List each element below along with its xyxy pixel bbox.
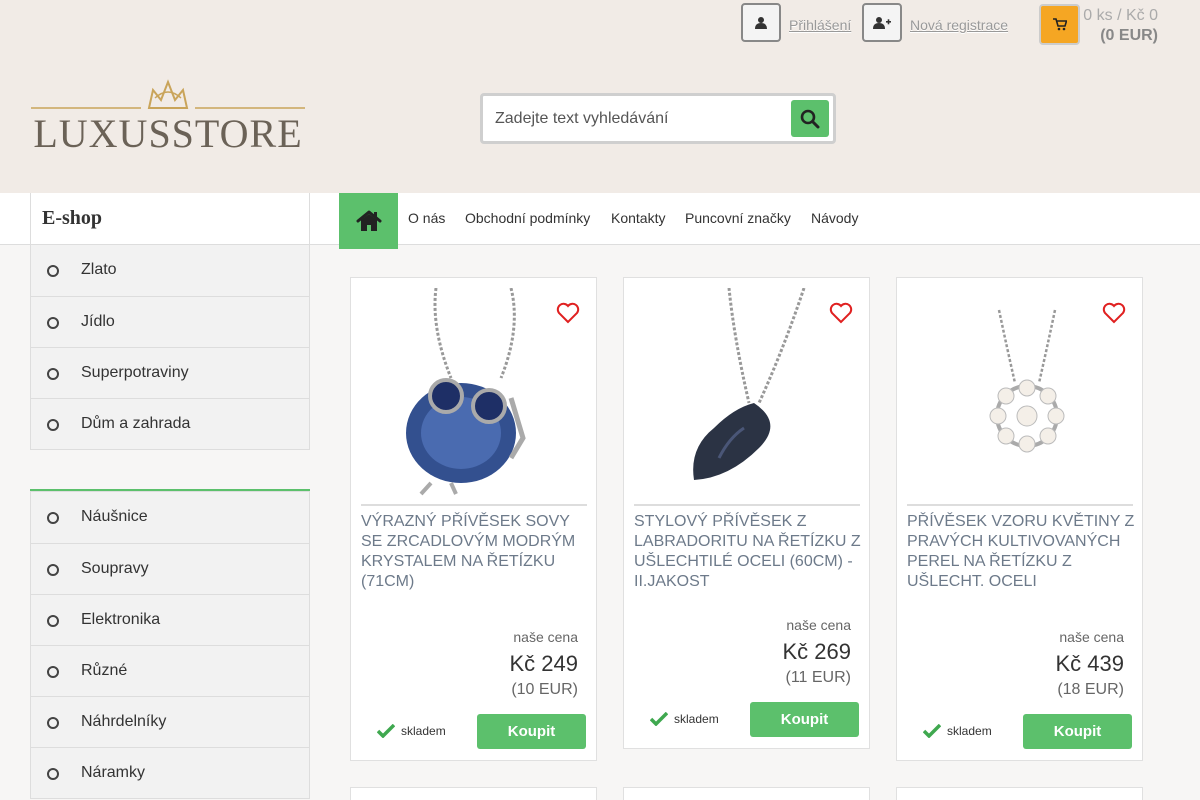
sidebar-item-label: Náušnice [81,508,148,525]
sidebar-item-nahrdelniky[interactable]: Náhrdelníky [31,696,309,747]
nav-item-contacts[interactable]: Kontakty [611,210,665,226]
sidebar-item-label: Náramky [81,764,146,781]
login-link[interactable]: Přihlášení [789,17,851,33]
home-icon [356,210,381,231]
buy-button[interactable]: Koupit [477,714,586,749]
bullet-icon [47,317,59,329]
bullet-icon [47,368,59,380]
product-title[interactable]: STYLOVÝ PŘÍVĚSEK Z LABRADORITU NA ŘETÍZK… [634,512,862,592]
login-button[interactable] [741,3,781,42]
product-card[interactable]: PŘÍVĚSEK VZORU KVĚTINY Z PRAVÝCH KULTIVO… [896,277,1143,761]
stock-status: skladem [650,712,719,726]
sidebar-item-label: Soupravy [81,560,149,577]
sidebar-item-ruzne[interactable]: Různé [31,645,309,696]
nav-item-hallmarks[interactable]: Puncovní značky [685,210,791,226]
cart-button[interactable] [1039,4,1080,45]
bullet-icon [47,512,59,524]
price-eur: (18 EUR) [1057,681,1124,698]
bullet-icon [47,419,59,431]
sidebar-item-zlato[interactable]: Zlato [31,245,309,296]
eshop-title: E-shop [42,207,103,229]
bullet-icon [47,717,59,729]
bullet-icon [47,666,59,678]
sidebar-item-label: Dům a zahrada [81,415,191,432]
sidebar-item-label: Náhrdelníky [81,713,167,730]
check-icon [923,724,941,738]
home-button[interactable] [339,193,398,249]
product-title[interactable]: PŘÍVĚSEK VZORU KVĚTINY Z PRAVÝCH KULTIVO… [907,512,1135,592]
logo-text: LUXUSSTORE [33,111,303,156]
price-eur: (10 EUR) [511,681,578,698]
bullet-icon [47,615,59,627]
sidebar-item-naramky[interactable]: Náramky [31,747,309,798]
check-icon [650,712,668,726]
product-image[interactable] [634,288,860,504]
product-card[interactable] [623,787,870,800]
heart-icon[interactable] [829,302,853,324]
heart-icon[interactable] [556,302,580,324]
price-eur: (11 EUR) [785,669,852,686]
cart-icon [1052,18,1067,31]
sidebar-category-list-1: Zlato Jídlo Superpotraviny Dům a zahrada [30,244,310,450]
eshop-header: E-shop [30,193,310,245]
sidebar-category-list-2: Náušnice Soupravy Elektronika Různé Náhr… [30,491,310,799]
nav-item-terms[interactable]: Obchodní podmínky [465,210,590,226]
price-label: naše cena [1059,629,1124,645]
cart-summary[interactable]: 0 ks / Kč 0 [1083,7,1158,25]
sidebar-item-label: Zlato [81,261,117,278]
search-button[interactable] [791,100,829,137]
sidebar-item-soupravy[interactable]: Soupravy [31,543,309,594]
product-title[interactable]: VÝRAZNÝ PŘÍVĚSEK SOVY SE ZRCADLOVÝM MODR… [361,512,589,592]
cart-eur[interactable]: (0 EUR) [1100,27,1158,45]
sidebar-item-dum-a-zahrada[interactable]: Dům a zahrada [31,398,309,449]
site-header: LUXUSSTORE Přihlášení Nová registrace [0,0,1200,193]
card-divider [361,504,587,506]
price: Kč 439 [1055,651,1125,676]
card-divider [907,504,1133,506]
stock-label: skladem [947,724,992,738]
product-image[interactable] [907,288,1133,504]
card-divider [634,504,860,506]
bullet-icon [47,768,59,780]
stock-status: skladem [923,724,992,738]
search-input[interactable] [495,106,785,132]
sidebar-item-jidlo[interactable]: Jídlo [31,296,309,347]
search-box [480,93,836,144]
stock-status: skladem [377,724,446,738]
price-label: naše cena [786,617,851,633]
buy-button[interactable]: Koupit [1023,714,1132,749]
price-label: naše cena [513,629,578,645]
search-icon [800,109,820,128]
stock-label: skladem [401,724,446,738]
sidebar-item-superpotraviny[interactable]: Superpotraviny [31,347,309,398]
product-card[interactable]: VÝRAZNÝ PŘÍVĚSEK SOVY SE ZRCADLOVÝM MODR… [350,277,597,761]
price: Kč 269 [782,639,852,664]
nav-item-guides[interactable]: Návody [811,210,858,226]
product-image[interactable] [361,288,587,504]
bullet-icon [47,265,59,277]
product-card[interactable] [896,787,1143,800]
price: Kč 249 [509,651,579,676]
sidebar-item-label: Superpotraviny [81,364,189,381]
product-card[interactable]: STYLOVÝ PŘÍVĚSEK Z LABRADORITU NA ŘETÍZK… [623,277,870,749]
register-link[interactable]: Nová registrace [910,17,1008,33]
sidebar-item-nausnice[interactable]: Náušnice [31,492,309,543]
register-button[interactable] [862,3,902,42]
logo[interactable]: LUXUSSTORE [31,76,305,156]
user-plus-icon [873,16,891,29]
stock-label: skladem [674,712,719,726]
bullet-icon [47,564,59,576]
sidebar-item-elektronika[interactable]: Elektronika [31,594,309,645]
sidebar-item-label: Elektronika [81,611,161,628]
heart-icon[interactable] [1102,302,1126,324]
check-icon [377,724,395,738]
user-icon [755,16,767,29]
nav-item-about[interactable]: O nás [408,210,445,226]
buy-button[interactable]: Koupit [750,702,859,737]
product-card[interactable] [350,787,597,800]
sidebar-item-label: Různé [81,662,128,679]
sidebar-item-label: Jídlo [81,313,115,330]
